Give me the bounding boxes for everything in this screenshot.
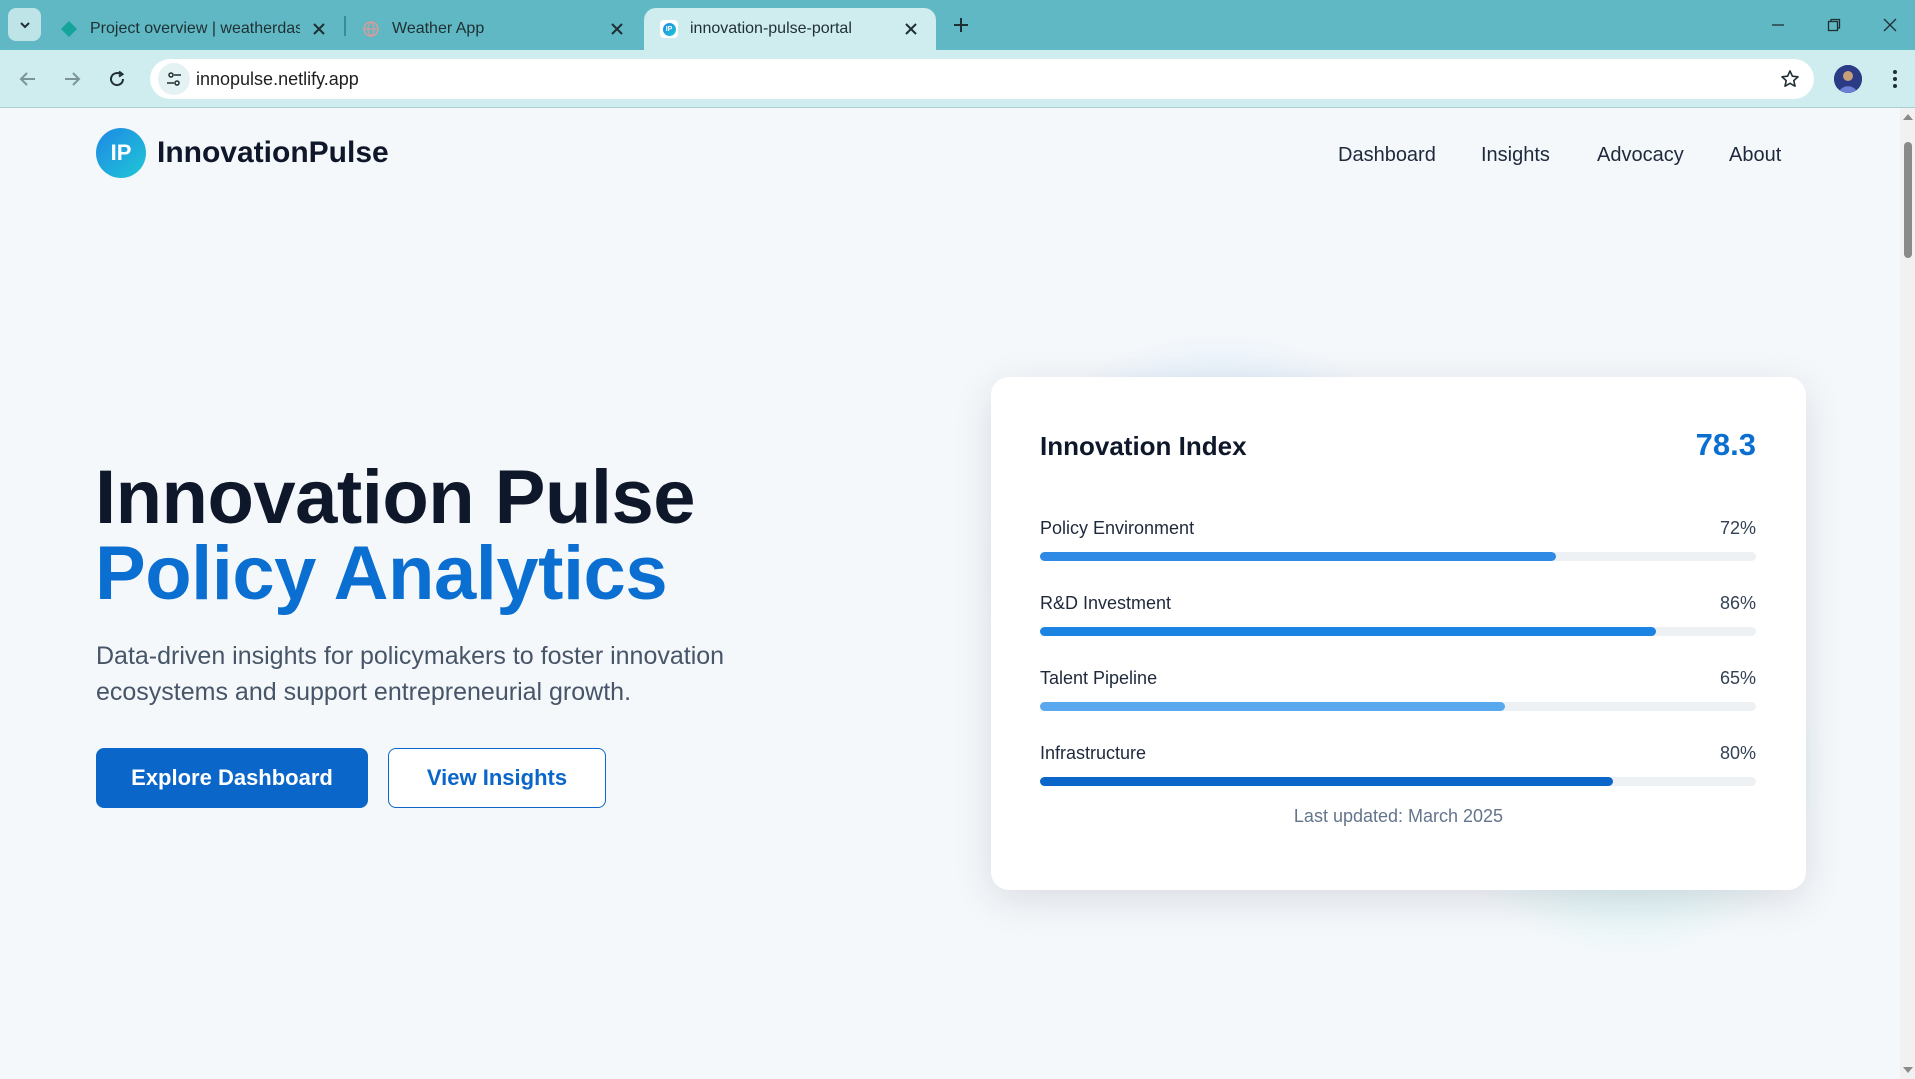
brand-name: InnovationPulse — [157, 136, 389, 169]
browser-menu-button[interactable] — [1880, 63, 1910, 95]
metric-label: Policy Environment — [1040, 518, 1195, 538]
metric-rd-investment: R&D Investment 86% — [1040, 593, 1756, 637]
hero-subtitle: Data-driven insights for policymakers to… — [96, 642, 725, 706]
browser-tab-bar: Project overview | weatherdash Weather A… — [0, 0, 1915, 50]
progress-fill — [1040, 777, 1613, 786]
tab-title: Weather App — [392, 20, 485, 37]
site-favicon-icon: IP — [660, 20, 678, 38]
globe-icon — [363, 21, 379, 37]
forward-button[interactable] — [56, 63, 88, 95]
nav-dashboard[interactable]: Dashboard — [1338, 144, 1436, 167]
metric-policy-environment: Policy Environment 72% — [1040, 518, 1756, 562]
bookmark-button[interactable] — [1776, 65, 1804, 93]
tune-icon — [167, 72, 181, 86]
hero-title: Innovation Pulse Policy Analytics — [95, 455, 696, 616]
tab-innovation-pulse-portal[interactable]: IP innovation-pulse-portal — [644, 8, 936, 50]
tab-search-button[interactable] — [8, 8, 41, 41]
page-scrollbar[interactable] — [1900, 108, 1915, 1079]
arrow-right-icon — [65, 72, 81, 86]
nav-advocacy[interactable]: Advocacy — [1597, 144, 1684, 167]
close-window-button[interactable] — [1875, 10, 1905, 40]
close-tab-icon[interactable] — [308, 18, 330, 40]
scrollbar-thumb[interactable] — [1904, 142, 1912, 258]
metric-percent: 86% — [1719, 593, 1756, 613]
hero-title-line1: Innovation Pulse — [95, 455, 696, 540]
close-tab-icon[interactable] — [606, 18, 628, 40]
metric-talent-pipeline: Talent Pipeline 65% — [1040, 668, 1756, 712]
tab-title: innovation-pulse-portal — [690, 20, 852, 37]
more-vertical-icon — [1893, 70, 1897, 88]
progress-fill — [1040, 552, 1556, 561]
minimize-button[interactable] — [1763, 10, 1793, 40]
metric-infrastructure: Infrastructure 80% — [1040, 743, 1756, 787]
scroll-up-arrow-icon[interactable] — [1903, 114, 1913, 120]
arrow-left-icon — [19, 72, 35, 86]
star-icon — [1781, 70, 1799, 87]
progress-track — [1040, 777, 1756, 786]
back-button[interactable] — [12, 63, 44, 95]
reload-icon — [110, 70, 125, 87]
view-insights-button[interactable]: View Insights — [388, 748, 606, 808]
index-score: 78.3 — [1695, 427, 1756, 462]
progress-fill — [1040, 627, 1656, 636]
progress-track — [1040, 552, 1756, 561]
progress-fill — [1040, 702, 1506, 711]
chevron-down-icon — [19, 21, 30, 28]
progress-track — [1040, 702, 1756, 711]
url-text: innopulse.netlify.app — [196, 69, 359, 89]
plus-icon — [954, 18, 968, 32]
profile-avatar[interactable] — [1834, 65, 1862, 93]
hero-title-line2: Policy Analytics — [95, 531, 668, 616]
restore-icon — [1827, 18, 1841, 32]
progress-track — [1040, 627, 1756, 636]
nav-insights[interactable]: Insights — [1481, 144, 1550, 167]
restore-button[interactable] — [1819, 10, 1849, 40]
metric-label: R&D Investment — [1040, 593, 1172, 613]
tab-title: Project overview | weatherdash — [90, 20, 300, 37]
tab-weather-app[interactable]: Weather App — [346, 8, 642, 50]
brand-link[interactable]: IP InnovationPulse — [96, 128, 389, 178]
avatar-icon — [1834, 65, 1862, 93]
metric-percent: 72% — [1719, 518, 1756, 538]
close-tab-icon[interactable] — [900, 18, 922, 40]
address-bar[interactable]: innopulse.netlify.app — [150, 59, 1814, 99]
site-info-button[interactable] — [158, 63, 190, 95]
reload-button[interactable] — [101, 63, 133, 95]
card-title: Innovation Index — [1040, 431, 1247, 461]
minimize-icon — [1772, 24, 1784, 26]
tab-project-overview[interactable]: Project overview | weatherdash — [44, 8, 344, 50]
logo-badge: IP — [96, 128, 146, 178]
nav-about[interactable]: About — [1729, 144, 1781, 167]
metric-label: Infrastructure — [1040, 743, 1147, 763]
new-tab-button[interactable] — [948, 12, 974, 38]
page-viewport: IP InnovationPulse Dashboard Insights Ad… — [0, 108, 1900, 1079]
metric-percent: 80% — [1719, 743, 1756, 763]
explore-dashboard-button[interactable]: Explore Dashboard — [96, 748, 368, 808]
close-icon — [1883, 18, 1897, 32]
last-updated-text: Last updated: March 2025 — [1293, 806, 1504, 826]
innovation-index-card: Innovation Index 78.3 Policy Environment… — [991, 377, 1806, 890]
metric-percent: 65% — [1719, 668, 1756, 688]
browser-toolbar: innopulse.netlify.app — [0, 50, 1915, 108]
metric-label: Talent Pipeline — [1040, 668, 1158, 688]
scroll-down-arrow-icon[interactable] — [1903, 1067, 1913, 1073]
netlify-diamond-icon — [61, 21, 77, 37]
